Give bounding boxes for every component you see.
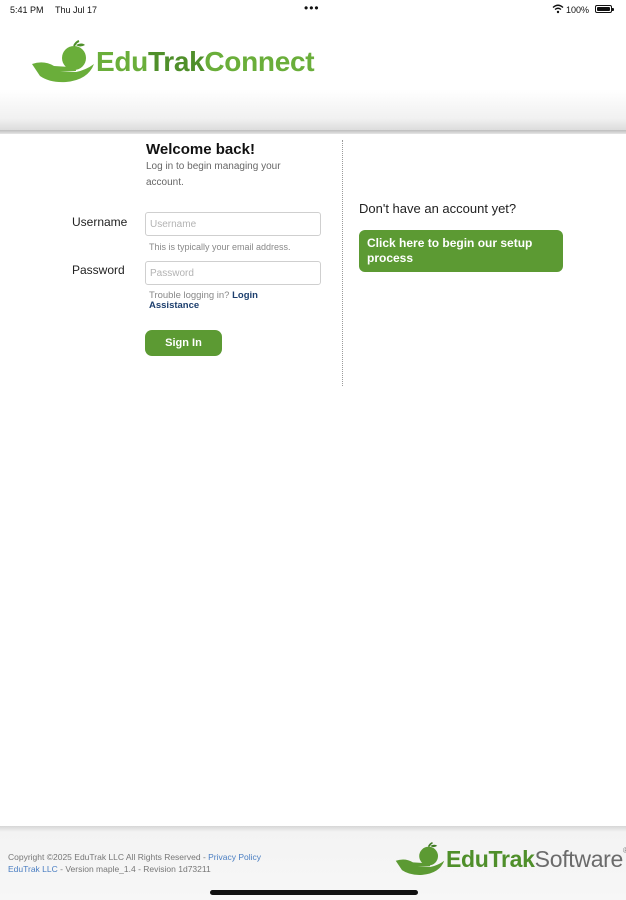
battery-percent: 100% xyxy=(566,5,590,15)
footer-logo-trak: Trak xyxy=(488,846,535,872)
trouble-logging-in: Trouble logging in? Login Assistance xyxy=(149,291,289,311)
footer-logo-software: Software xyxy=(534,846,624,872)
begin-setup-button[interactable]: Click here to begin our setup process xyxy=(359,230,563,272)
column-divider xyxy=(342,140,343,386)
edutrak-software-logo: EduTrakSoftware® xyxy=(394,842,626,878)
logo-wordmark: EduTrakConnect xyxy=(96,46,315,78)
logo-word-edu: Edu xyxy=(96,46,148,77)
status-time: 5:41 PM xyxy=(10,5,44,15)
header-divider xyxy=(0,130,626,134)
edutrak-llc-link[interactable]: EduTrak LLC xyxy=(8,864,58,874)
username-hint: This is typically your email address. xyxy=(149,242,291,252)
welcome-title: Welcome back! xyxy=(146,141,255,158)
welcome-subtitle: Log in to begin managing your account. xyxy=(146,161,281,188)
username-label: Username xyxy=(72,215,128,229)
password-input[interactable] xyxy=(145,261,321,285)
apple-hand-logo-icon xyxy=(395,842,445,875)
edutrak-connect-logo: EduTrakConnect xyxy=(30,40,320,86)
multitask-dots[interactable]: ••• xyxy=(304,1,320,15)
logo-word-connect: Connect xyxy=(204,46,315,77)
status-bar: 5:41 PM Thu Jul 17 ••• 100% xyxy=(0,0,626,20)
no-account-prompt: Don't have an account yet? xyxy=(359,201,517,216)
apple-hand-logo-icon xyxy=(32,40,94,83)
wifi-icon xyxy=(552,4,564,16)
status-date: Thu Jul 17 xyxy=(55,5,98,15)
password-label: Password xyxy=(72,263,125,277)
footer-legal: Copyright ©2025 EduTrak LLC All Rights R… xyxy=(8,851,308,875)
footer-version: - Version maple_1.4 - Revision 1d73211 xyxy=(57,864,211,874)
footer-sep: - xyxy=(200,852,209,862)
logo-word-trak: Trak xyxy=(147,46,205,77)
sign-in-button[interactable]: Sign In xyxy=(145,330,222,356)
privacy-policy-link[interactable]: Privacy Policy xyxy=(208,852,261,862)
username-input[interactable] xyxy=(145,212,321,236)
home-indicator[interactable] xyxy=(210,890,418,895)
footer-logo-wordmark: EduTrakSoftware® xyxy=(446,846,626,873)
footer-copyright: Copyright ©2025 EduTrak LLC All Rights R… xyxy=(8,852,201,862)
battery-icon xyxy=(595,5,614,13)
footer-logo-edu: Edu xyxy=(446,846,489,872)
